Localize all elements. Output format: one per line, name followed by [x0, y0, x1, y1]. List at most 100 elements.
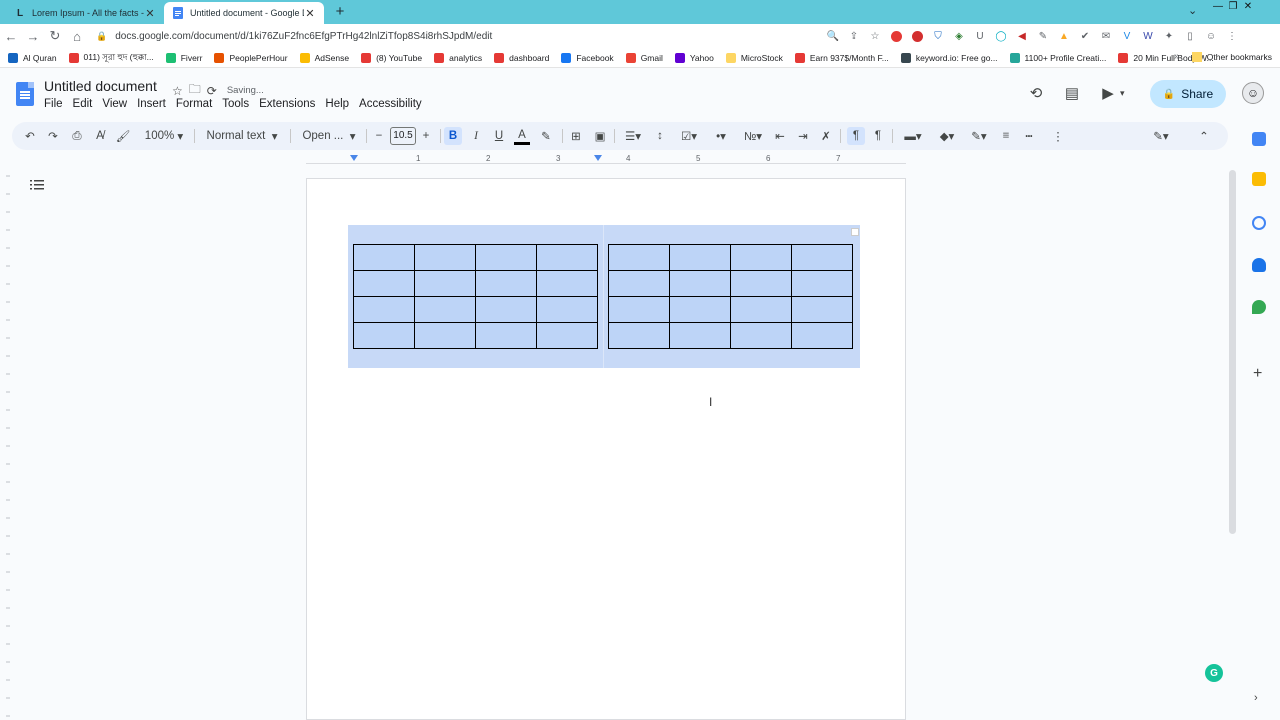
more-options-icon[interactable]: ⋮: [1050, 127, 1066, 145]
table-cell[interactable]: [353, 244, 415, 271]
table-cell[interactable]: [475, 296, 537, 323]
profile-icon[interactable]: ☺: [1202, 28, 1220, 44]
spellcheck-icon[interactable]: A̸: [92, 127, 108, 145]
close-window-icon[interactable]: ✕: [1241, 0, 1255, 14]
cell-fill-color-select[interactable]: ◆▾: [934, 127, 960, 145]
circle-extension-icon[interactable]: ◯: [992, 28, 1010, 44]
vpn-extension-icon[interactable]: ◈: [950, 28, 968, 44]
table-cell[interactable]: [669, 270, 731, 297]
horizontal-ruler[interactable]: 1 2 3 4 5 6 7: [306, 154, 906, 166]
line-spacing-icon[interactable]: ↕: [652, 127, 668, 145]
bookmark-item[interactable]: (8) YouTube: [361, 52, 422, 63]
rtl-text-icon[interactable]: ¶: [870, 127, 886, 145]
right-indent-marker-icon[interactable]: [594, 155, 602, 161]
table-cell[interactable]: [730, 270, 792, 297]
reload-icon[interactable]: ↻: [44, 28, 66, 44]
paragraph-style-select[interactable]: Normal text ▾: [202, 127, 282, 145]
star-icon[interactable]: ☆: [172, 84, 183, 98]
font-select[interactable]: Open ... ▾: [298, 127, 360, 145]
table-cell[interactable]: [414, 296, 476, 323]
table-handle[interactable]: [851, 228, 859, 236]
avatar[interactable]: ☺: [1242, 82, 1264, 104]
forward-arrow-icon[interactable]: →: [22, 29, 44, 44]
tab-search-chevron-icon[interactable]: ⌄: [1188, 4, 1197, 17]
keep-icon[interactable]: [1252, 172, 1266, 186]
table-cell[interactable]: [536, 322, 598, 349]
table-cell[interactable]: [353, 270, 415, 297]
underline-button[interactable]: U: [491, 127, 507, 145]
kebab-menu-icon[interactable]: ⋮: [1223, 28, 1241, 44]
menu-extensions[interactable]: Extensions: [259, 98, 315, 110]
puzzle-extensions-icon[interactable]: ✦: [1160, 28, 1178, 44]
table-cell[interactable]: [608, 322, 670, 349]
chevron-down-icon[interactable]: ▾: [1120, 88, 1125, 99]
clear-formatting-icon[interactable]: ✗: [818, 127, 834, 145]
table-cell[interactable]: [791, 296, 853, 323]
adblock-extension-icon[interactable]: [908, 28, 926, 44]
table-cell[interactable]: [608, 270, 670, 297]
other-bookmarks-folder[interactable]: Other bookmarks: [1191, 52, 1272, 62]
decrease-indent-icon[interactable]: ⇤: [772, 127, 788, 145]
bookmark-item[interactable]: Yahoo: [674, 52, 714, 63]
bookmark-item[interactable]: Facebook: [561, 52, 614, 63]
table-cell[interactable]: [669, 322, 731, 349]
opera-extension-icon[interactable]: [887, 28, 905, 44]
border-width-select[interactable]: ▬▾: [898, 127, 928, 145]
menu-edit[interactable]: Edit: [73, 98, 93, 110]
menu-insert[interactable]: Insert: [137, 98, 166, 110]
table-cell[interactable]: [608, 296, 670, 323]
redo-icon[interactable]: ↷: [45, 127, 61, 145]
table-left[interactable]: [353, 244, 598, 349]
font-size-input[interactable]: 10.5: [390, 127, 416, 145]
maps-icon[interactable]: [1252, 300, 1266, 314]
check-extension-icon[interactable]: ✔: [1076, 28, 1094, 44]
editing-mode-select[interactable]: ✎▾: [1148, 127, 1174, 145]
table-cell[interactable]: [536, 270, 598, 297]
version-history-icon[interactable]: ⟲: [1024, 84, 1048, 102]
meet-video-icon[interactable]: ▶: [1096, 84, 1120, 102]
w-extension-icon[interactable]: W: [1139, 28, 1157, 44]
megaphone-extension-icon[interactable]: ◀: [1013, 28, 1031, 44]
bookmark-item[interactable]: analytics: [434, 52, 482, 63]
add-addon-icon[interactable]: +: [1253, 365, 1262, 383]
text-color-button[interactable]: A: [514, 127, 530, 145]
bookmark-star-icon[interactable]: ☆: [866, 28, 884, 44]
bookmark-item[interactable]: 1100+ Profile Creati...: [1009, 52, 1106, 63]
zoom-icon[interactable]: 🔍: [824, 28, 842, 44]
table-right[interactable]: [608, 244, 853, 349]
calendar-icon[interactable]: [1252, 132, 1266, 146]
table-cell[interactable]: [536, 244, 598, 271]
docs-logo-icon[interactable]: [16, 82, 34, 106]
u-extension-icon[interactable]: U: [971, 28, 989, 44]
close-icon[interactable]: ✕: [144, 7, 156, 20]
table-cell[interactable]: [475, 270, 537, 297]
hide-menus-chevron-up-icon[interactable]: ⌃: [1196, 127, 1212, 145]
table-cell[interactable]: [730, 244, 792, 271]
menu-format[interactable]: Format: [176, 98, 212, 110]
vertical-ruler[interactable]: [0, 166, 12, 720]
contacts-icon[interactable]: [1252, 258, 1266, 272]
insert-image-icon[interactable]: ▣: [592, 127, 608, 145]
ltr-text-icon[interactable]: ¶: [847, 127, 865, 145]
bookmark-item[interactable]: Gmail: [625, 52, 663, 63]
zoom-select[interactable]: 100% ▾: [140, 127, 188, 145]
bookmark-item[interactable]: MicroStock: [725, 52, 783, 63]
checklist-select[interactable]: ☑▾: [676, 127, 702, 145]
numbered-list-select[interactable]: №▾: [740, 127, 766, 145]
increase-indent-icon[interactable]: ⇥: [795, 127, 811, 145]
border-weight-icon[interactable]: ≡: [998, 127, 1014, 145]
bookmarks-overflow-button[interactable]: »: [1174, 51, 1180, 62]
grammarly-icon[interactable]: G: [1205, 664, 1223, 682]
paint-format-icon[interactable]: 🖌: [115, 127, 131, 145]
share-page-icon[interactable]: ⇪: [845, 28, 863, 44]
table-cell[interactable]: [353, 296, 415, 323]
table-cell[interactable]: [791, 270, 853, 297]
table-cell[interactable]: [536, 296, 598, 323]
lock-icon[interactable]: 🔒: [96, 31, 107, 42]
left-indent-marker-icon[interactable]: [350, 155, 358, 161]
back-arrow-icon[interactable]: ←: [0, 29, 22, 44]
table-cell[interactable]: [475, 244, 537, 271]
table-cell[interactable]: [608, 244, 670, 271]
decrease-font-size-button[interactable]: −: [372, 127, 386, 145]
home-icon[interactable]: ⌂: [66, 29, 88, 44]
